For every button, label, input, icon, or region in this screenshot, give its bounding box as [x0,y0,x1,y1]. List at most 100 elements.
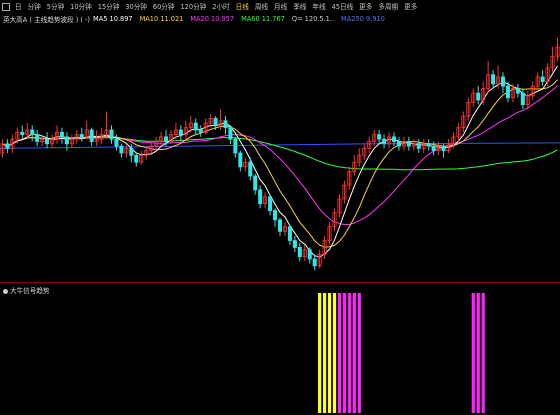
candle [119,143,124,158]
candle-body [213,118,218,126]
candle [292,235,297,253]
candle [228,125,233,144]
candle [35,129,40,147]
candle-body [540,76,545,82]
period-button-5[interactable]: 30分钟 [123,1,149,13]
period-button-6[interactable]: 60分钟 [151,1,177,13]
candle [337,194,342,218]
period-button-4[interactable]: 15分钟 [96,1,122,13]
period-button-13[interactable]: 年线 [310,1,327,13]
period-button-1[interactable]: 分钟 [26,1,43,13]
period-button-0[interactable]: 日 [13,1,24,13]
candle [406,136,411,151]
candle [5,139,10,153]
period-button-16[interactable]: 多周期 [376,1,400,13]
candle [268,194,273,216]
candle [253,173,258,195]
candle [109,125,114,144]
candle [332,208,337,232]
candle [69,134,74,149]
signal-panel-title: 大牛信号趋势 [3,285,50,295]
candle-body [287,226,292,241]
candle-body [520,92,525,106]
candle-body [253,175,258,191]
period-button-14[interactable]: 45日线 [330,1,356,13]
candle [525,90,530,110]
candle [277,217,283,236]
candle-body [406,141,411,147]
candlestick-chart [0,37,560,271]
candle-body [134,154,139,163]
signal-bar [332,293,337,413]
candle-body [273,210,278,221]
candle [139,150,144,165]
ma60-line [2,136,558,171]
candle-body [109,129,114,140]
candle [134,153,139,167]
candle-body [45,138,50,145]
signal-bar [337,293,342,413]
signal-bar [318,293,322,413]
signal-bar [347,293,351,413]
candle [357,148,362,167]
period-button-11[interactable]: 月线 [272,1,289,13]
candle [233,136,238,158]
candle [426,139,431,151]
period-toolbar: 日分钟 5分钟 10分钟 15分钟 30分钟 60分钟 120分钟 2小时 日线 周线 月线 季线 年线… [0,0,560,14]
ma-legend-4: Q= 120.5.1.. [291,15,335,23]
candle [124,143,129,158]
window-icon[interactable] [2,3,10,11]
candle [520,88,525,110]
period-button-12[interactable]: 季线 [291,1,308,13]
candle-body [292,240,297,248]
candle [50,134,55,149]
ma-legend-2: MA20 10.957 [190,15,235,23]
candle-body [277,219,283,232]
candle [168,129,173,144]
candle-body [89,129,94,142]
period-button-10[interactable]: 周线 [253,1,270,13]
period-button-7[interactable]: 120分钟 [178,1,208,13]
period-button-3[interactable]: 10分钟 [68,1,94,13]
candle-body [59,131,64,138]
candle-body [426,143,431,147]
candle [238,150,243,172]
candle-body [79,134,84,138]
period-button-9[interactable]: 日线 [234,1,251,13]
signal-bar [357,293,361,413]
candle-body [20,131,25,135]
period-button-17[interactable]: 更多 [402,1,419,13]
candle-body [248,161,253,177]
candle-body [377,134,382,140]
ma20-line [2,85,558,226]
period-button-15[interactable]: 更多 [357,1,374,13]
candle [377,129,382,144]
ma-legend-3: MA60 11.767 [241,15,285,23]
candle [396,136,401,151]
candle-body [119,145,124,154]
period-button-2[interactable]: 5分钟 [45,1,66,13]
candle [312,254,317,271]
candle [491,70,496,89]
candle [20,125,25,140]
candle [352,155,357,177]
candle-body [238,152,243,168]
candle [421,139,426,153]
candle-body [5,143,10,149]
signal-bar [322,293,327,413]
candle [456,123,461,142]
ma250-line [0,142,560,149]
candle [540,70,545,87]
candle-body [441,145,446,152]
candle-body [416,143,421,149]
candle-body [228,127,233,140]
period-button-8[interactable]: 2小时 [210,1,231,13]
candle-body [233,138,238,154]
candle [302,245,307,262]
candle-body [515,88,520,94]
candle [89,127,94,147]
candle [486,60,491,94]
candle [79,127,84,142]
signal-bar [481,293,485,413]
candle [461,111,466,133]
